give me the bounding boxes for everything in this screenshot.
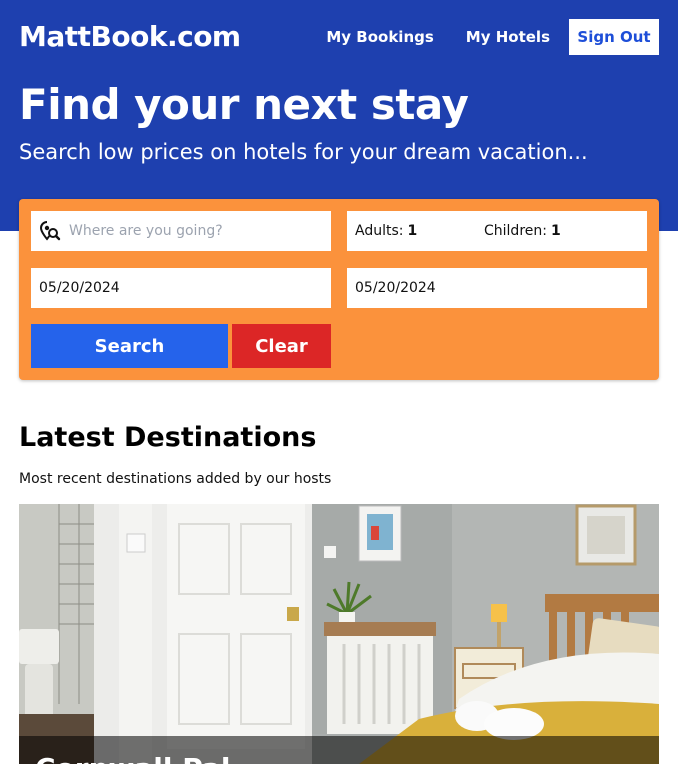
header: MattBook.com My Bookings My Hotels Sign … <box>0 0 678 231</box>
my-hotels-link[interactable]: My Hotels <box>466 28 550 46</box>
top-nav: My Bookings My Hotels Sign Out <box>326 19 659 55</box>
destination-field[interactable] <box>31 211 331 251</box>
destination-card[interactable]: Cornwall Pal... <box>19 504 659 764</box>
guests-field: Adults: 1 Children: 1 <box>347 211 647 251</box>
search-location-icon <box>39 220 61 242</box>
adults-group[interactable]: Adults: 1 <box>355 223 484 239</box>
adults-label: Adults: <box>355 223 404 239</box>
destination-card-title[interactable]: Cornwall Pal... <box>35 752 262 764</box>
children-value[interactable]: 1 <box>551 223 561 239</box>
hero-subtitle: Search low prices on hotels for your dre… <box>19 140 588 164</box>
site-logo[interactable]: MattBook.com <box>19 20 241 53</box>
destination-input[interactable] <box>69 223 319 239</box>
destination-card-caption: Cornwall Pal... <box>19 736 659 764</box>
adults-value[interactable]: 1 <box>407 223 417 239</box>
check-out-date-input[interactable]: 05/20/2024 <box>347 268 647 308</box>
hotel-room-image <box>19 504 659 764</box>
latest-destinations-subtitle: Most recent destinations added by our ho… <box>19 471 332 487</box>
clear-button[interactable]: Clear <box>232 324 331 368</box>
sign-out-button[interactable]: Sign Out <box>569 19 659 55</box>
my-bookings-link[interactable]: My Bookings <box>326 28 433 46</box>
children-label: Children: <box>484 223 547 239</box>
search-button[interactable]: Search <box>31 324 228 368</box>
check-in-date-input[interactable]: 05/20/2024 <box>31 268 331 308</box>
children-group[interactable]: Children: 1 <box>484 223 613 239</box>
hero-title: Find your next stay <box>19 80 469 129</box>
latest-destinations-title: Latest Destinations <box>19 422 317 453</box>
search-panel: Adults:1 Children:1 05/20/2024 05/20/202… <box>19 199 659 380</box>
